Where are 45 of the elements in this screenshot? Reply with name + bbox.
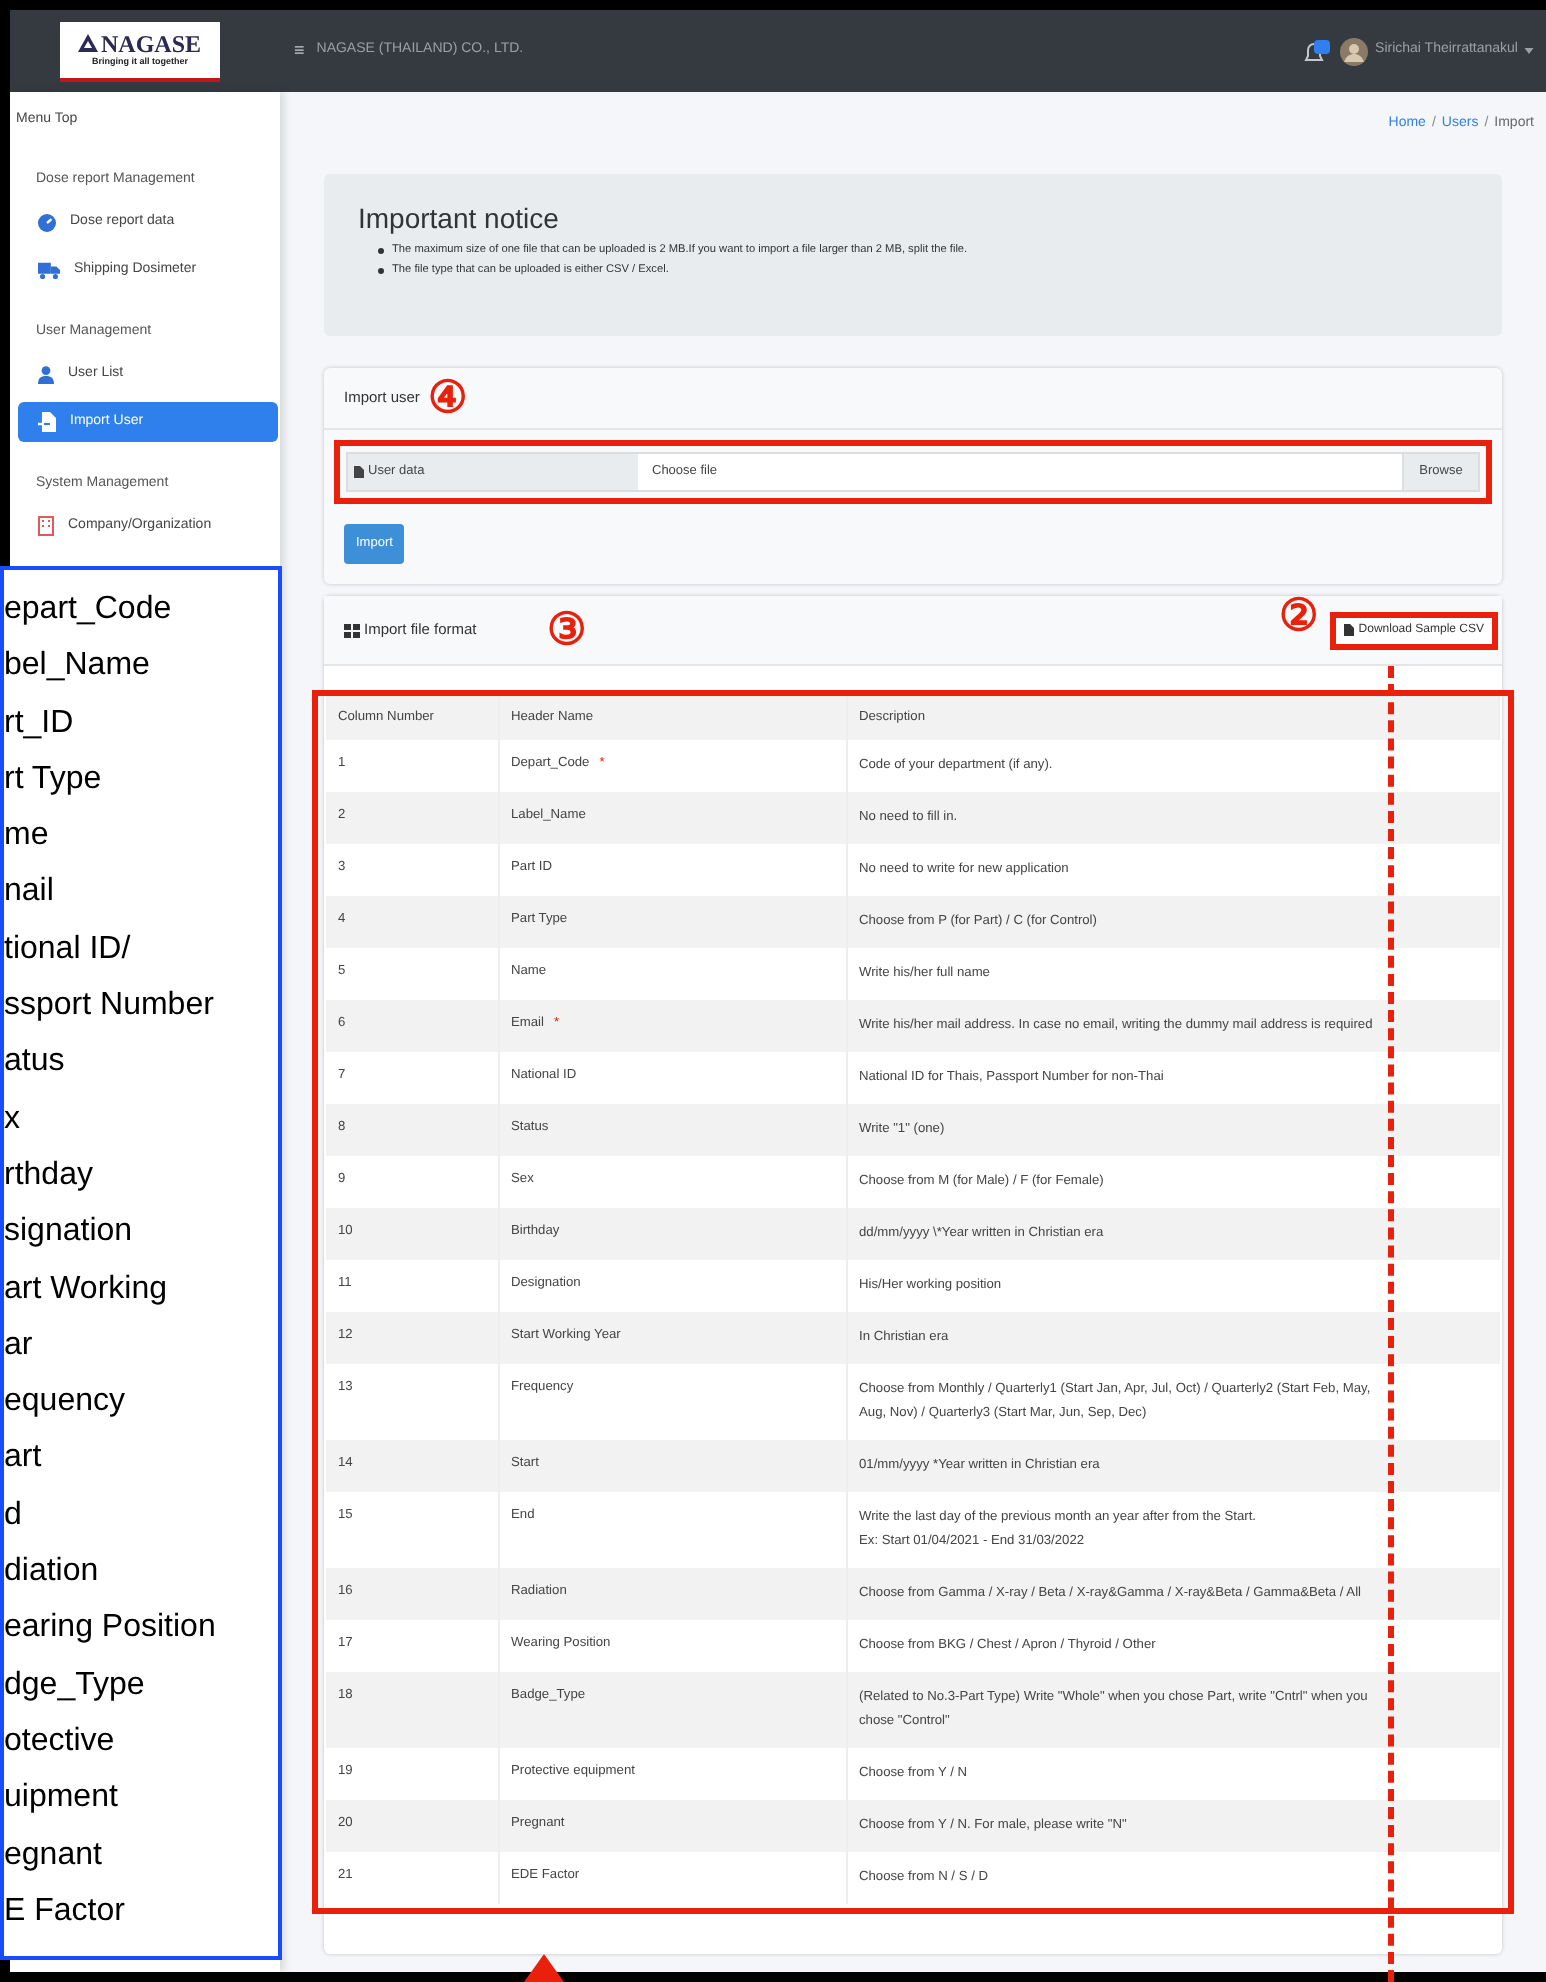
caret-icon [1524,48,1534,54]
annotation-list-item: ssport Number [4,986,216,1027]
annotation-number: ④ [427,376,468,420]
annotation-list-item: art [4,1438,44,1479]
logo-wordmark: NAGASE [100,31,201,56]
notification-bell-icon [1301,39,1330,63]
user-avatar-icon [1339,37,1368,65]
building-icon [38,516,54,536]
annotation-list-item: diation [4,1552,101,1593]
annotation-list-item: tional ID/ [4,929,133,970]
annotation-list-item: epart_Code [4,590,174,630]
annotation-list-item: rt_ID [4,703,76,744]
annotation-number: ③ [546,608,587,652]
triangle-arrow-icon [524,1954,564,1982]
annotation-list-item: d [4,1495,24,1536]
file-icon [1344,624,1355,636]
user-icon [38,365,54,383]
file-import-icon [38,412,56,432]
gauge-icon [38,213,56,231]
annotation-list-item: rthday [4,1155,95,1196]
annotation-list-item: x [4,1099,22,1140]
annotation-list-item: bel_Name [4,646,152,687]
file-icon [354,466,364,478]
annotation-list-item: earing Position [4,1608,218,1649]
annotation-list-item: E Factor [4,1891,127,1932]
annotation-list-item: otective [4,1721,117,1762]
triangle-logo-icon [78,34,99,53]
annotation-list-item: ar [4,1325,35,1366]
annotation-number: ② [1278,594,1319,638]
annotation-list-item: nail [4,872,56,913]
annotation-list-item: equency [4,1382,127,1423]
annotation-list-item: dge_Type [4,1665,147,1706]
bullet-icon [378,268,384,274]
annotation-list-item: rt Type [4,759,104,800]
annotation-list-item: art Working [4,1269,170,1310]
annotation-list-item: atus [4,1042,67,1083]
menu-toggle[interactable]: ≡ [294,37,305,65]
notice-title: Important notice [358,200,561,236]
truck-icon [38,261,60,279]
annotation-list-item: uipment [4,1778,120,1819]
annotation-list-item: signation [4,1212,135,1253]
annotation-list-item: egnant [4,1835,104,1876]
grid-icon [344,623,360,637]
annotation-list-item: me [4,816,51,857]
bullet-icon [378,248,384,254]
